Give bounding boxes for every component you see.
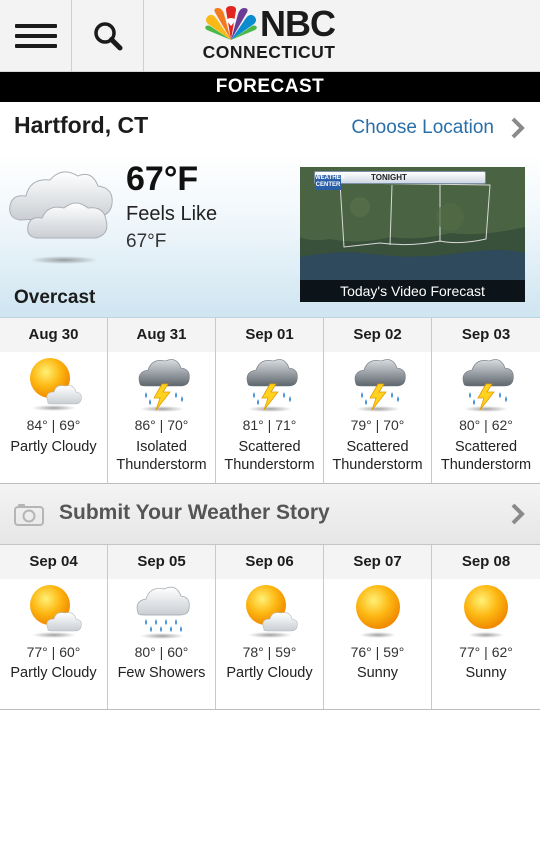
forecast-temps: 77° | 62°: [459, 644, 513, 660]
video-banner-text: TONIGHT: [371, 173, 407, 182]
forecast-condition: Partly Cloudy: [226, 665, 313, 681]
forecast-day[interactable]: Sep 06 78° | 59° Partly Cloudy: [216, 545, 324, 709]
menu-button[interactable]: [0, 0, 72, 72]
forecast-temps: 77° | 60°: [26, 644, 81, 660]
forecast-day[interactable]: Sep 03 80° | 62° Scattered Thunderstorm: [432, 318, 540, 483]
forecast-day[interactable]: Aug 31 86° | 70° Isolated Thunderstorm: [108, 318, 216, 483]
sunny-icon: [456, 581, 516, 639]
thunderstorm-icon: [132, 354, 192, 412]
sunny-icon: [348, 581, 408, 639]
forecast-row-1: Aug 30 84° | 69° Partly Cloudy Aug 31 86…: [0, 318, 540, 484]
nbc-connecticut-logo[interactable]: NBC CONNECTICUT: [196, 6, 342, 64]
forecast-row-2: Sep 04 77° | 60° Partly Cloudy Sep 05 80…: [0, 545, 540, 710]
thunderstorm-icon: [456, 354, 516, 412]
thunderstorm-icon: [240, 354, 300, 412]
forecast-date: Aug 30: [0, 318, 107, 352]
video-logo: WEATHER CENTER: [315, 175, 345, 190]
forecast-day[interactable]: Aug 30 84° | 69° Partly Cloudy: [0, 318, 108, 483]
feels-like-label: Feels Like: [126, 203, 218, 225]
thunderstorm-icon: [348, 354, 408, 412]
forecast-temps: 80° | 62°: [459, 417, 513, 433]
search-icon: [93, 22, 122, 51]
submit-weather-story-button[interactable]: Submit Your Weather Story: [0, 484, 540, 545]
choose-location-link[interactable]: Choose Location: [351, 117, 494, 139]
camera-icon: [14, 504, 44, 526]
forecast-condition: Partly Cloudy: [10, 439, 97, 455]
forecast-date: Sep 02: [324, 318, 431, 352]
forecast-temps: 79° | 70°: [350, 417, 405, 433]
forecast-temps: 78° | 59°: [242, 644, 297, 660]
submit-story-label: Submit Your Weather Story: [59, 501, 330, 524]
forecast-date: Sep 03: [432, 318, 540, 352]
forecast-condition: Scattered Thunderstorm: [224, 439, 315, 473]
forecast-condition: Sunny: [356, 665, 399, 681]
forecast-temps: 86° | 70°: [134, 417, 189, 433]
forecast-date: Sep 07: [324, 545, 431, 579]
forecast-condition: Scattered Thunderstorm: [332, 439, 423, 473]
forecast-day[interactable]: Sep 05 80° | 60° Few Showers: [108, 545, 216, 709]
current-condition: Overcast: [14, 287, 96, 308]
forecast-day[interactable]: Sep 01 81° | 71° Scattered Thunderstorm: [216, 318, 324, 483]
overcast-cloud-icon: [9, 171, 113, 264]
forecast-date: Sep 05: [108, 545, 215, 579]
current-conditions: 67°F Feels Like 67°F Overcast WEATHER CE…: [0, 154, 540, 318]
peacock-logo-icon: [205, 6, 257, 40]
forecast-temps: 76° | 59°: [350, 644, 405, 660]
forecast-day[interactable]: Sep 02 79° | 70° Scattered Thunderstorm: [324, 318, 432, 483]
forecast-date: Aug 31: [108, 318, 215, 352]
forecast-condition: Sunny: [465, 665, 507, 681]
partly-cloudy-icon: [240, 581, 300, 639]
current-temperature: 67°F: [126, 160, 199, 198]
video-forecast-thumbnail[interactable]: WEATHER CENTER TONIGHT Today's Video For…: [300, 167, 525, 302]
chevron-right-icon[interactable]: [510, 117, 526, 139]
location-city: Hartford, CT: [14, 112, 149, 138]
section-title: FORECAST: [0, 72, 540, 102]
feels-like-value: 67°F: [126, 231, 167, 252]
forecast-day[interactable]: Sep 07 76° | 59° Sunny: [324, 545, 432, 709]
forecast-temps: 84° | 69°: [26, 417, 81, 433]
location-row: Hartford, CT Choose Location: [0, 102, 540, 154]
chevron-right-icon: [511, 503, 525, 525]
forecast-date: Sep 04: [0, 545, 107, 579]
showers-icon: [132, 581, 192, 639]
logo-wordmark: NBC: [260, 3, 336, 44]
forecast-condition: Isolated Thunderstorm: [116, 439, 207, 473]
forecast-date: Sep 01: [216, 318, 323, 352]
partly-cloudy-icon: [24, 354, 84, 412]
partly-cloudy-icon: [24, 581, 84, 639]
forecast-condition: Scattered Thunderstorm: [440, 439, 532, 473]
forecast-day[interactable]: Sep 04 77° | 60° Partly Cloudy: [0, 545, 108, 709]
app-header: NBC CONNECTICUT: [0, 0, 540, 72]
hamburger-menu-icon: [14, 24, 57, 48]
forecast-condition: Few Showers: [117, 665, 206, 681]
search-button[interactable]: [72, 0, 144, 72]
logo-subtitle: CONNECTICUT: [202, 42, 336, 62]
forecast-temps: 81° | 71°: [242, 417, 297, 433]
forecast-date: Sep 08: [432, 545, 540, 579]
video-banner: WEATHER CENTER TONIGHT: [314, 171, 486, 190]
forecast-day[interactable]: Sep 08 77° | 62° Sunny: [432, 545, 540, 709]
forecast-condition: Partly Cloudy: [10, 665, 97, 681]
forecast-temps: 80° | 60°: [134, 644, 189, 660]
forecast-date: Sep 06: [216, 545, 323, 579]
video-caption: Today's Video Forecast: [300, 280, 525, 302]
